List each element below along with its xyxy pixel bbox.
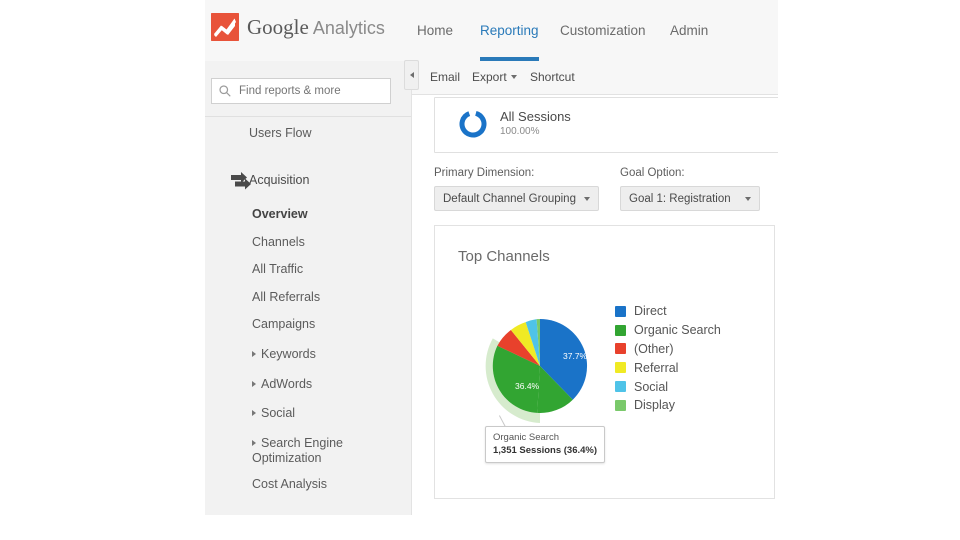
chevron-left-icon xyxy=(410,72,414,78)
sidebar-item-users-flow[interactable]: Users Flow xyxy=(249,126,312,140)
search-reports-box[interactable] xyxy=(211,78,391,104)
sidebar-item-adwords[interactable]: AdWords xyxy=(252,377,312,391)
pie-label-organic-search: 36.4% xyxy=(515,381,540,391)
goal-option-select[interactable]: Goal 1: Registration xyxy=(620,186,760,211)
legend-label: Social xyxy=(634,380,668,394)
segment-name: All Sessions xyxy=(500,109,571,124)
expand-caret-icon xyxy=(252,410,256,416)
nav-tab-reporting[interactable]: Reporting xyxy=(480,23,539,38)
legend-item-referral[interactable]: Referral xyxy=(615,358,721,377)
chevron-down-icon xyxy=(584,197,590,201)
sidebar-item-all-traffic[interactable]: All Traffic xyxy=(252,262,303,276)
report-toolbar: Email Export Shortcut xyxy=(412,61,778,95)
email-button[interactable]: Email xyxy=(430,70,460,84)
sidebar-item-acquisition[interactable]: Acquisition xyxy=(249,173,309,187)
search-input[interactable] xyxy=(237,84,391,98)
search-icon xyxy=(218,84,232,98)
chevron-down-icon xyxy=(745,197,751,201)
chart-title: Top Channels xyxy=(458,248,550,265)
legend-swatch-icon xyxy=(615,306,626,317)
sidebar-item-overview[interactable]: Overview xyxy=(252,207,308,221)
app-header: GoogleAnalytics Home Reporting Customiza… xyxy=(205,0,778,62)
screenshot-root: GoogleAnalytics Home Reporting Customiza… xyxy=(0,0,960,540)
legend-item-other[interactable]: (Other) xyxy=(615,340,721,359)
legend-swatch-icon xyxy=(615,381,626,392)
tooltip-title: Organic Search xyxy=(493,432,597,443)
legend-swatch-icon xyxy=(615,343,626,354)
primary-dimension-value: Default Channel Grouping xyxy=(443,193,576,205)
shortcut-button[interactable]: Shortcut xyxy=(530,70,575,84)
google-analytics-logo-icon xyxy=(211,13,239,41)
nav-tab-admin[interactable]: Admin xyxy=(670,23,708,38)
top-channels-pie-chart[interactable]: 37.7% 36.4% xyxy=(475,301,605,431)
tooltip-value: 1,351 Sessions (36.4%) xyxy=(493,445,597,456)
sidebar-item-channels[interactable]: Channels xyxy=(252,235,305,249)
segment-bar[interactable]: All Sessions 100.00% xyxy=(434,97,778,153)
goal-option-label: Goal Option: xyxy=(620,167,685,179)
primary-dimension-select[interactable]: Default Channel Grouping xyxy=(434,186,599,211)
pie-label-direct: 37.7% xyxy=(563,351,588,361)
sidebar-item-social[interactable]: Social xyxy=(252,406,295,420)
legend-item-display[interactable]: Display xyxy=(615,396,721,415)
brand-logo-group[interactable]: GoogleAnalytics xyxy=(211,13,385,41)
export-button[interactable]: Export xyxy=(472,70,517,84)
top-channels-panel: Top Channels xyxy=(434,225,774,499)
nav-tab-home[interactable]: Home xyxy=(417,23,453,38)
legend-label: Direct xyxy=(634,304,667,318)
sidebar-item-keywords[interactable]: Keywords xyxy=(252,347,316,361)
panel-right-edge xyxy=(774,225,775,499)
left-sidebar: Users Flow Acquisition Overview Channels… xyxy=(205,61,412,515)
expand-caret-icon xyxy=(252,381,256,387)
legend-label: Display xyxy=(634,398,675,412)
legend-item-organic-search[interactable]: Organic Search xyxy=(615,321,721,340)
legend-item-direct[interactable]: Direct xyxy=(615,302,721,321)
chart-legend: Direct Organic Search (Other) Referral xyxy=(615,302,721,415)
goal-option-value: Goal 1: Registration xyxy=(629,193,731,205)
sidebar-item-search-engine-optimization[interactable]: Search Engine Optimization xyxy=(252,436,362,466)
sidebar-item-campaigns[interactable]: Campaigns xyxy=(252,317,315,331)
legend-swatch-icon xyxy=(615,362,626,373)
legend-item-social[interactable]: Social xyxy=(615,377,721,396)
sidebar-item-label: AdWords xyxy=(261,377,312,391)
sidebar-collapse-button[interactable] xyxy=(404,60,419,90)
sidebar-item-cost-analysis[interactable]: Cost Analysis xyxy=(252,477,327,491)
brand-google: Google xyxy=(247,15,309,39)
google-analytics-app: GoogleAnalytics Home Reporting Customiza… xyxy=(205,0,778,540)
nav-tab-customization[interactable]: Customization xyxy=(560,23,646,38)
sidebar-item-label: Social xyxy=(261,406,295,420)
legend-swatch-icon xyxy=(615,400,626,411)
brand-text: GoogleAnalytics xyxy=(247,15,385,40)
segment-percent: 100.00% xyxy=(500,126,539,137)
chart-tooltip: Organic Search 1,351 Sessions (36.4%) xyxy=(485,426,605,463)
sidebar-divider xyxy=(205,116,411,117)
sidebar-item-label: Search Engine Optimization xyxy=(252,436,343,465)
chevron-down-icon xyxy=(511,75,517,79)
sidebar-item-all-referrals[interactable]: All Referrals xyxy=(252,290,320,304)
legend-label: Referral xyxy=(634,361,678,375)
legend-label: (Other) xyxy=(634,342,674,356)
main-content: Email Export Shortcut All Sessions 100.0… xyxy=(412,61,778,540)
expand-caret-icon xyxy=(252,440,256,446)
primary-dimension-label: Primary Dimension: xyxy=(434,167,534,179)
legend-swatch-icon xyxy=(615,325,626,336)
export-label: Export xyxy=(472,70,507,84)
brand-analytics: Analytics xyxy=(313,18,385,38)
legend-label: Organic Search xyxy=(634,323,721,337)
sidebar-item-label: Keywords xyxy=(261,347,316,361)
donut-ring-icon xyxy=(457,108,489,140)
expand-caret-icon xyxy=(252,351,256,357)
